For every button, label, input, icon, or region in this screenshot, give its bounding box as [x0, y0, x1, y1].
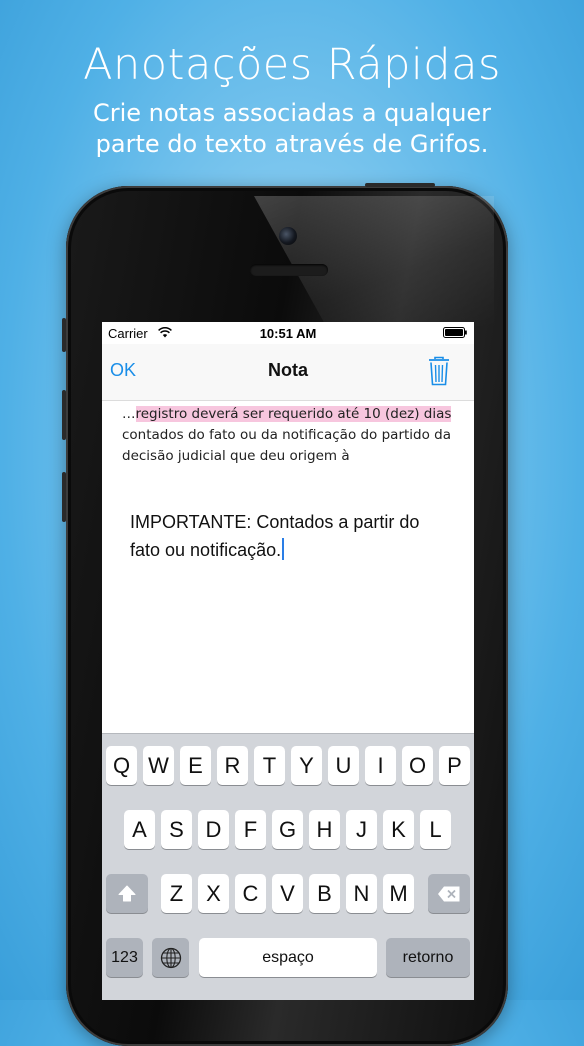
numbers-key[interactable]: 123	[106, 938, 143, 977]
quoted-passage: …registro deverá ser requerido até 10 (d…	[122, 404, 462, 467]
key-r[interactable]: R	[217, 746, 248, 785]
shift-icon	[118, 885, 136, 901]
key-t[interactable]: T	[254, 746, 285, 785]
page-title: Nota	[268, 360, 308, 380]
space-key[interactable]: espaço	[199, 938, 377, 977]
trash-icon[interactable]	[428, 356, 450, 386]
key-s[interactable]: S	[161, 810, 192, 849]
key-a[interactable]: A	[124, 810, 155, 849]
globe-icon	[160, 947, 181, 968]
shift-key[interactable]	[106, 874, 148, 913]
key-i[interactable]: I	[365, 746, 396, 785]
key-n[interactable]: N	[346, 874, 377, 913]
key-g[interactable]: G	[272, 810, 303, 849]
status-bar: Carrier 10:51 AM	[102, 322, 474, 344]
note-text: IMPORTANTE: Contados a partir do fato ou…	[130, 512, 420, 560]
note-text-area[interactable]: IMPORTANTE: Contados a partir do fato ou…	[130, 508, 450, 564]
battery-icon	[443, 327, 467, 338]
key-o[interactable]: O	[402, 746, 433, 785]
key-e[interactable]: E	[180, 746, 211, 785]
key-y[interactable]: Y	[291, 746, 322, 785]
status-time: 10:51 AM	[259, 326, 317, 341]
globe-key[interactable]	[152, 938, 189, 977]
key-v[interactable]: V	[272, 874, 303, 913]
key-p[interactable]: P	[439, 746, 470, 785]
phone-screen: Carrier 10:51 AM OK Nota …registro dever…	[102, 322, 474, 1000]
key-d[interactable]: D	[198, 810, 229, 849]
backspace-key[interactable]	[428, 874, 470, 913]
key-b[interactable]: B	[309, 874, 340, 913]
promo-subtitle-line1: Crie notas associadas a qualquer	[92, 99, 492, 127]
key-u[interactable]: U	[328, 746, 359, 785]
key-k[interactable]: K	[383, 810, 414, 849]
key-z[interactable]: Z	[161, 874, 192, 913]
key-q[interactable]: Q	[106, 746, 137, 785]
key-h[interactable]: H	[309, 810, 340, 849]
text-cursor	[282, 538, 285, 560]
keyboard: Q W E R T Y U I O P A S D F G H J K L Z …	[102, 733, 474, 1000]
volume-up-button	[62, 390, 66, 440]
key-l[interactable]: L	[420, 810, 451, 849]
power-button	[365, 183, 435, 187]
key-j[interactable]: J	[346, 810, 377, 849]
return-key[interactable]: retorno	[386, 938, 470, 977]
backspace-icon	[438, 886, 460, 901]
quote-highlight: registro deverá ser requerido até 10 (de…	[135, 406, 452, 422]
promo-title: Anotações Rápidas	[83, 40, 501, 90]
promo-subtitle-line2: parte do texto através de Grifos.	[95, 130, 489, 158]
quote-prefix: …	[122, 406, 136, 422]
key-w[interactable]: W	[143, 746, 174, 785]
mute-switch	[62, 318, 66, 352]
promo-subtitle: Crie notas associadas a qualquer parte d…	[0, 98, 584, 160]
earpiece-speaker	[250, 264, 328, 276]
key-m[interactable]: M	[383, 874, 414, 913]
volume-down-button	[62, 472, 66, 522]
key-c[interactable]: C	[235, 874, 266, 913]
key-f[interactable]: F	[235, 810, 266, 849]
front-camera	[279, 227, 297, 245]
quote-rest: contados do fato ou da notificação do pa…	[122, 427, 452, 464]
key-x[interactable]: X	[198, 874, 229, 913]
navigation-bar: OK Nota	[102, 344, 474, 401]
